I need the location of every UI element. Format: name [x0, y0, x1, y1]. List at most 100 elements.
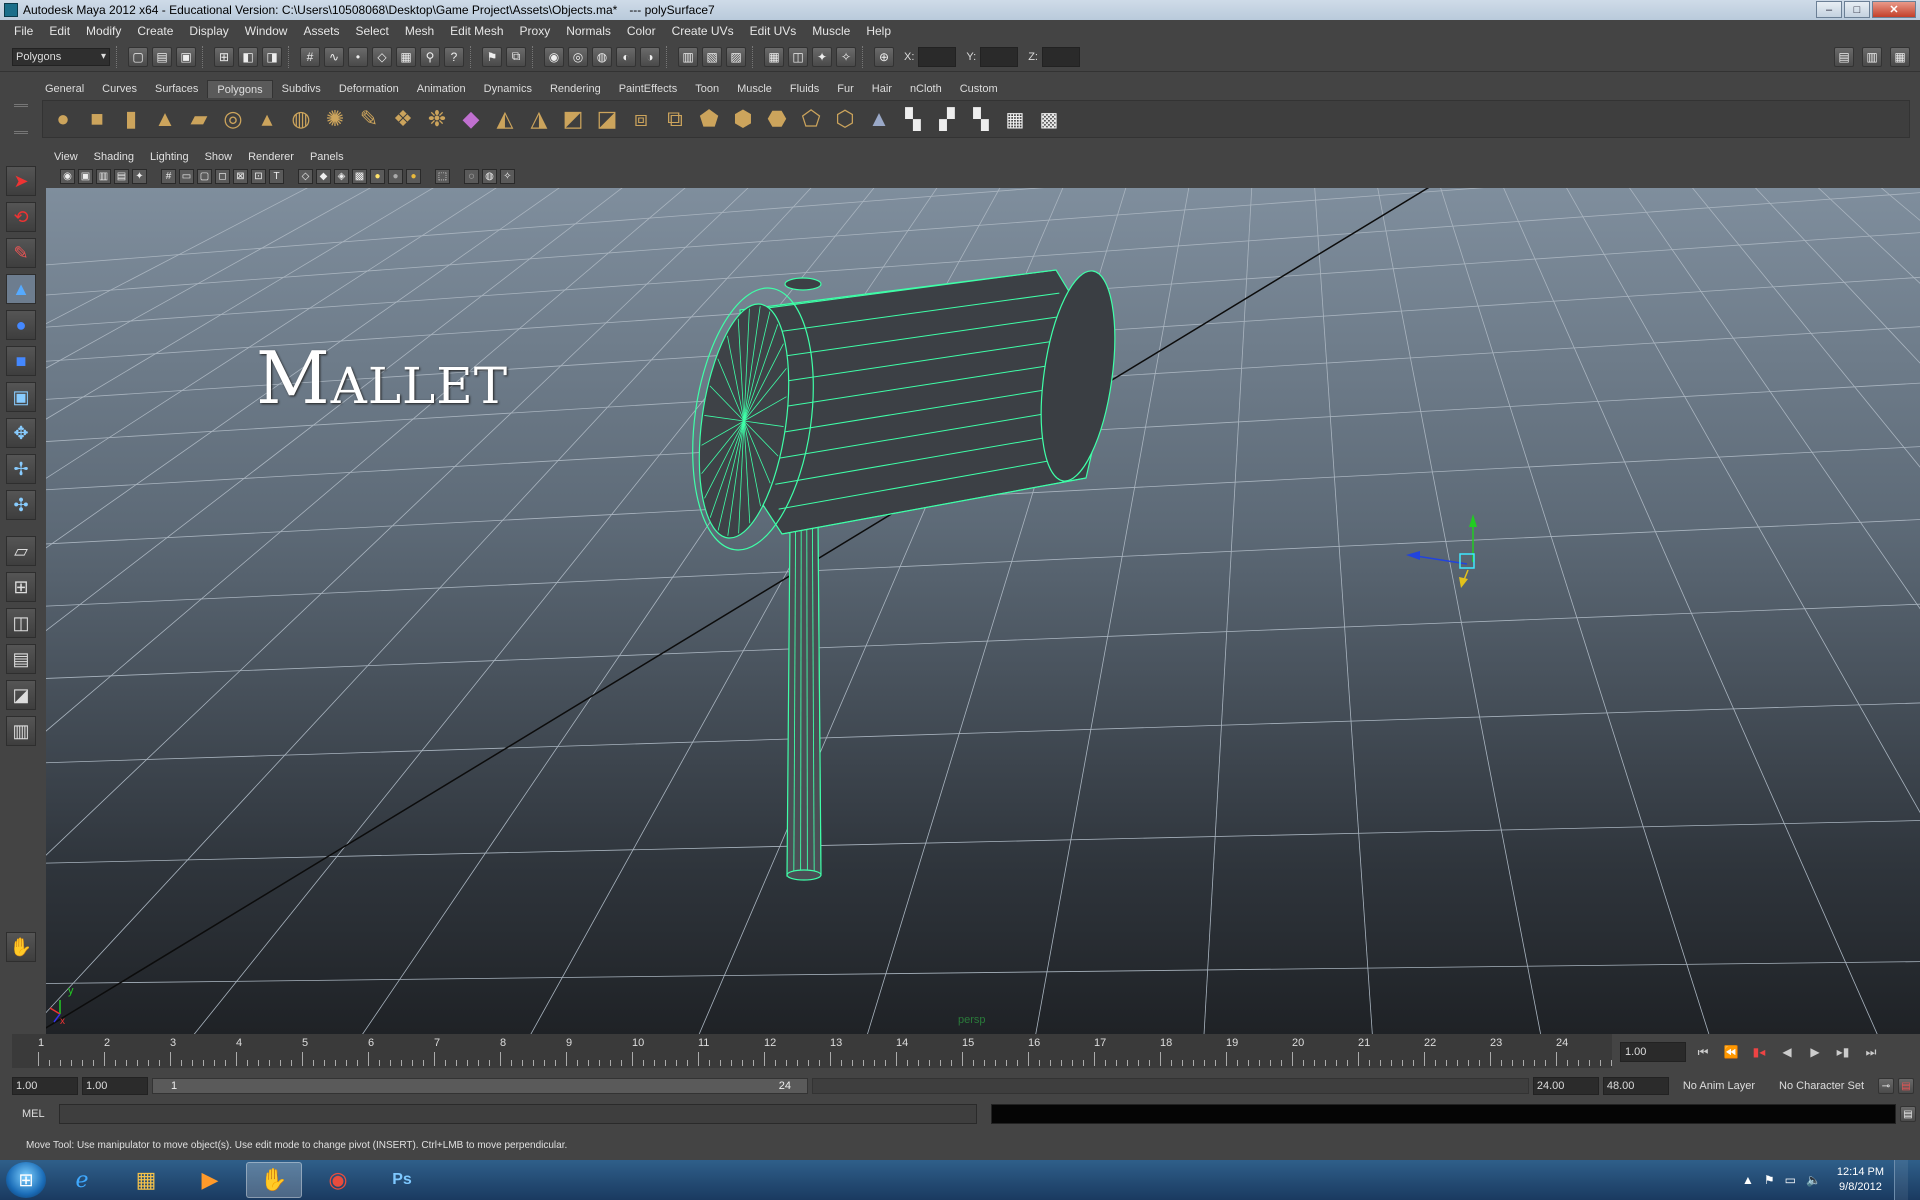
poly-torus-icon[interactable]: ◎ — [219, 105, 247, 133]
menu-mesh[interactable]: Mesh — [397, 24, 442, 38]
poly-plane-icon[interactable]: ▰ — [185, 105, 213, 133]
shelf-tab-curves[interactable]: Curves — [93, 80, 146, 98]
smooth-icon[interactable]: ◆ — [457, 105, 485, 133]
smooth-shade-icon[interactable]: ◆ — [316, 168, 331, 184]
layout-single-perspective-icon[interactable]: ▱ — [6, 536, 36, 566]
snap-point-icon[interactable]: • — [348, 46, 368, 67]
attribute-editor-icon[interactable]: ▤ — [1834, 46, 1854, 67]
paint-select-tool-icon[interactable]: ✎ — [6, 238, 36, 268]
explorer-icon[interactable]: ▦ — [118, 1162, 174, 1198]
isolate-select-icon[interactable]: ⬚ — [435, 168, 450, 184]
help-icon[interactable]: ? — [444, 46, 464, 67]
action-center-icon[interactable]: ⚑ — [1764, 1173, 1775, 1187]
toggle-channel-box-icon[interactable]: ▧ — [702, 46, 722, 67]
separate-icon[interactable]: ❉ — [423, 105, 451, 133]
soft-modification-tool-icon[interactable]: ✥ — [6, 418, 36, 448]
shelf-tab-general[interactable]: General — [36, 80, 93, 98]
show-manipulator-icon[interactable]: ✣ — [6, 490, 36, 520]
render-settings-icon[interactable]: ◐ — [616, 46, 636, 67]
shadows-icon[interactable]: ● — [388, 168, 403, 184]
menu-assets[interactable]: Assets — [295, 24, 347, 38]
sculpt-icon[interactable]: ⬣ — [763, 105, 791, 133]
select-camera-icon[interactable]: ◉ — [60, 168, 75, 184]
render-current-icon[interactable]: ◎ — [568, 46, 588, 67]
go-to-end-icon[interactable]: ⏭ — [1860, 1045, 1882, 1060]
wireframe-icon[interactable]: ◇ — [298, 168, 313, 184]
manip-y-arrow[interactable] — [1469, 514, 1477, 527]
perspective-viewport[interactable]: y x Mallet persp — [46, 188, 1920, 1034]
render-view-icon[interactable]: ◉ — [544, 46, 564, 67]
film-gate-icon[interactable]: ▭ — [179, 168, 194, 184]
anim-layer-dropdown[interactable]: No Anim Layer — [1673, 1080, 1765, 1092]
playback-end-field[interactable]: 24.00 — [1532, 1077, 1599, 1095]
mallet-mesh[interactable] — [677, 266, 1126, 881]
play-backwards-icon[interactable]: ◀ — [1776, 1045, 1798, 1059]
step-back-frame-icon[interactable]: ▮◂ — [1748, 1045, 1770, 1059]
shelf-tab-fluids[interactable]: Fluids — [781, 80, 828, 98]
show-hidden-icons-icon[interactable]: ▲ — [1742, 1173, 1754, 1187]
chrome-icon[interactable]: ◉ — [310, 1162, 366, 1198]
numeric-input-icon[interactable]: ▦ — [764, 46, 784, 67]
input-ops-icon[interactable]: ⚑ — [482, 46, 502, 67]
shelf-tab-animation[interactable]: Animation — [408, 80, 475, 98]
insert-edge-loop-icon[interactable]: ⧈ — [627, 105, 655, 133]
shelf-tab-rendering[interactable]: Rendering — [541, 80, 610, 98]
manipulator-tool-icon[interactable]: ▣ — [6, 382, 36, 412]
media-player-icon[interactable]: ▶ — [182, 1162, 238, 1198]
hardware-render-icon[interactable]: ● — [406, 168, 421, 184]
append-icon[interactable]: ◩ — [559, 105, 587, 133]
shelf-tab-ncloth[interactable]: nCloth — [901, 80, 951, 98]
shelf-tab-subdivs[interactable]: Subdivs — [273, 80, 330, 98]
select-by-component-icon[interactable]: ◨ — [262, 46, 282, 67]
panel-menu-renderer[interactable]: Renderer — [240, 151, 302, 163]
shelf-tab-dynamics[interactable]: Dynamics — [475, 80, 541, 98]
select-by-hierarchy-icon[interactable]: ⊞ — [214, 46, 234, 67]
image-plane-icon[interactable]: ▤ — [114, 168, 129, 184]
menu-create[interactable]: Create — [129, 24, 181, 38]
gate-mask-icon[interactable]: ◻ — [215, 168, 230, 184]
transform-input-icon[interactable]: ⊕ — [874, 46, 894, 67]
hypershade-icon[interactable]: ◑ — [640, 46, 660, 67]
step-back-key-icon[interactable]: ⏪ — [1720, 1045, 1742, 1059]
uv-snapshot-icon[interactable]: ▩ — [1035, 105, 1063, 133]
toggle-panel-icon[interactable]: ▥ — [678, 46, 698, 67]
menu-muscle[interactable]: Muscle — [804, 24, 858, 38]
render-layer-icon[interactable]: ✧ — [836, 46, 856, 67]
menu-create-uvs[interactable]: Create UVs — [664, 24, 742, 38]
save-scene-icon[interactable]: ▣ — [176, 46, 196, 67]
menu-edit-uvs[interactable]: Edit UVs — [742, 24, 805, 38]
wedge-icon[interactable]: ⬠ — [797, 105, 825, 133]
toggle-attribute-editor-icon[interactable]: ▨ — [726, 46, 746, 67]
textured-icon[interactable]: ▩ — [352, 168, 367, 184]
camera-icon[interactable]: ◫ — [788, 46, 808, 67]
field-chart-icon[interactable]: ⊠ — [233, 168, 248, 184]
minimize-button[interactable]: – — [1816, 1, 1842, 18]
command-input[interactable] — [58, 1104, 977, 1124]
lasso-tool-icon[interactable]: ⟲ — [6, 202, 36, 232]
system-clock[interactable]: 12:14 PM 9/8/2012 — [1837, 1165, 1884, 1195]
layout-persp-outliner-icon[interactable]: ◫ — [6, 608, 36, 638]
shelf-tab-muscle[interactable]: Muscle — [728, 80, 781, 98]
select-by-object-icon[interactable]: ◧ — [238, 46, 258, 67]
scale-tool-icon[interactable]: ■ — [6, 346, 36, 376]
open-scene-icon[interactable]: ▤ — [152, 46, 172, 67]
go-to-start-icon[interactable]: ⏮ — [1692, 1045, 1714, 1060]
combine-icon[interactable]: ❖ — [389, 105, 417, 133]
auto-key-icon[interactable]: ⊸ — [1878, 1078, 1894, 1094]
xray-components-icon[interactable]: ✧ — [500, 168, 515, 184]
rotate-tool-icon[interactable]: ● — [6, 310, 36, 340]
menu-normals[interactable]: Normals — [558, 24, 619, 38]
menu-edit-mesh[interactable]: Edit Mesh — [442, 24, 511, 38]
x-field[interactable] — [918, 46, 957, 67]
play-forwards-icon[interactable]: ▶ — [1804, 1045, 1826, 1059]
z-field[interactable] — [1041, 46, 1080, 67]
script-editor-icon[interactable]: ▤ — [1900, 1106, 1916, 1122]
tool-settings-icon[interactable]: ▥ — [1862, 46, 1882, 67]
start-button[interactable]: ⊞ — [6, 1162, 46, 1198]
time-slider[interactable]: 1 2 3 4 5 6 7 8 9 10 11 12 13 14 15 16 17 18 19 20 21 22 23 24 — [12, 1034, 1612, 1068]
poly-sphere-icon[interactable]: ● — [49, 105, 77, 133]
move-tool-icon[interactable]: ▲ — [6, 274, 36, 304]
camera-attributes-icon[interactable]: ▣ — [78, 168, 93, 184]
xray-icon[interactable]: ◌ — [464, 168, 479, 184]
safe-title-icon[interactable]: T — [269, 168, 284, 184]
